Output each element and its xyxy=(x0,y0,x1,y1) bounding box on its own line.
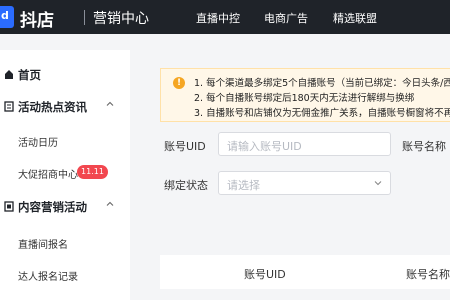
bind-status-label: 绑定状态 xyxy=(164,179,208,192)
sidebar-item-live-signup[interactable]: 直播间报名 xyxy=(0,230,130,256)
grid-icon xyxy=(4,201,14,212)
chevron-up-icon xyxy=(106,101,114,106)
sidebar-group-activity-news[interactable]: 活动热点资讯 xyxy=(0,94,130,120)
sidebar-item-label: 直播间报名 xyxy=(18,240,68,251)
brand-divider xyxy=(84,10,85,25)
sidebar-group-label: 内容营销活动 xyxy=(18,200,87,214)
nav-ecommerce-ads[interactable]: 电商广告 xyxy=(264,10,308,26)
brand-name[interactable]: 抖店 xyxy=(20,6,54,31)
column-header-uid[interactable]: 账号UID xyxy=(244,266,286,282)
sidebar-group-label: 活动热点资讯 xyxy=(18,100,87,114)
main-content: ! 1. 每个渠道最多绑定5个自播账号（当前已绑定：今日头条/西瓜 2. 每个自… xyxy=(140,50,450,300)
home-icon xyxy=(5,70,13,79)
sidebar-item-label: 大促招商中心 xyxy=(18,170,78,181)
warning-icon: ! xyxy=(173,77,185,89)
sidebar-item-promo-center[interactable]: 大促招商中心 11.11 xyxy=(0,160,130,186)
top-navbar: d 抖店 营销中心 直播中控 电商广告 精选联盟 xyxy=(0,0,450,34)
badge-1111: 11.11 xyxy=(77,165,108,179)
uid-input[interactable]: 请输入账号UID xyxy=(218,132,391,156)
chevron-down-icon[interactable] xyxy=(374,179,382,187)
notice-line: 1. 每个渠道最多绑定5个自播账号（当前已绑定：今日头条/西瓜 xyxy=(194,78,450,89)
chevron-up-icon xyxy=(106,201,114,206)
sidebar-item-label: 达人报名记录 xyxy=(18,272,78,283)
notice-banner: ! 1. 每个渠道最多绑定5个自播账号（当前已绑定：今日头条/西瓜 2. 每个自… xyxy=(160,68,450,122)
sidebar-item-activity-calendar[interactable]: 活动日历 xyxy=(0,128,130,154)
nav-selected-alliance[interactable]: 精选联盟 xyxy=(333,10,377,26)
notice-line: 3. 自播账号和店铺仅为无佣金推广关系，自播账号橱窗将不再显 xyxy=(194,108,450,119)
notice-line: 2. 每个自播账号绑定后180天内无法进行解绑与换绑 xyxy=(194,93,415,104)
nav-live-control[interactable]: 直播中控 xyxy=(196,10,240,26)
brand-subtitle: 营销中心 xyxy=(93,11,149,27)
sidebar-item-label: 活动日历 xyxy=(18,138,58,149)
douyin-logo-icon[interactable]: d xyxy=(0,6,14,28)
column-header-name[interactable]: 账号名称 xyxy=(406,266,450,282)
table-header: 账号UID 账号名称 xyxy=(160,255,450,289)
uid-label: 账号UID xyxy=(164,140,206,153)
document-icon xyxy=(4,101,14,112)
bind-status-select[interactable]: 请选择 xyxy=(218,171,391,195)
sidebar-item-talent-records[interactable]: 达人报名记录 xyxy=(0,262,130,288)
account-name-label: 账号名称 xyxy=(402,140,446,153)
sidebar-item-label: 首页 xyxy=(18,68,41,82)
sidebar-group-content-marketing[interactable]: 内容营销活动 xyxy=(0,194,130,220)
sidebar: 首页 活动热点资讯 活动日历 大促招商中心 11.11 内容营销活动 直播间报名 xyxy=(0,50,130,300)
sidebar-item-home[interactable]: 首页 xyxy=(0,62,130,88)
